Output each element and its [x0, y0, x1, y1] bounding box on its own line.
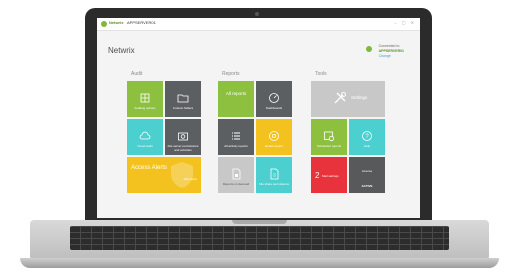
tile-label: Scheduled reports — [316, 144, 342, 148]
tile-label: Mail settings — [322, 174, 339, 178]
tile-label: Help — [363, 144, 371, 148]
tile-settings[interactable]: Settings — [311, 81, 385, 117]
camera-icon — [178, 132, 188, 141]
tools-icon — [334, 92, 346, 104]
tile-label: Dashboards — [265, 106, 283, 110]
tile-dashboards[interactable]: Dashboards — [256, 81, 292, 117]
connection-status-icon — [366, 46, 372, 52]
tile-reports-on-demand[interactable]: Reports on demand — [218, 157, 254, 193]
at-icon — [269, 131, 279, 141]
tile-file-activity[interactable]: File server permissions and activities — [165, 119, 201, 155]
tile-label: File share permissions — [258, 182, 289, 186]
tile-label: Cloud audit — [137, 144, 153, 148]
tile-label: Email reports — [265, 144, 283, 148]
tile-custom-folders[interactable]: Custom folders — [165, 81, 201, 117]
tile-label: Reports on demand — [222, 182, 250, 186]
tile-auditing-options[interactable]: Auditing options — [127, 81, 163, 117]
keyboard — [70, 226, 449, 250]
tile-mail-settings[interactable]: 2 Mail settings — [311, 157, 347, 193]
connection-info: Connected to APPSERVER01 Change — [379, 44, 404, 59]
tile-all-reports[interactable]: All reports — [218, 81, 254, 117]
tile-license[interactable]: License ACTIVE — [349, 157, 385, 193]
brand-name: Netwrix — [109, 20, 124, 25]
tile-cloud-audit[interactable]: Cloud audit — [127, 119, 163, 155]
tile-file-share-permissions[interactable]: File share permissions — [256, 157, 292, 193]
tile-label: All reports — [225, 91, 247, 96]
cloud-icon — [139, 131, 151, 140]
section-reports: Reports — [222, 71, 240, 77]
tile-all-activity-reports[interactable]: All activity reports — [218, 119, 254, 155]
section-audit: Audit — [131, 71, 143, 77]
camera-icon — [255, 12, 259, 16]
server-name: APPSERVER01 — [127, 20, 156, 25]
hinge-notch — [232, 220, 287, 224]
tile-label: Settings — [351, 95, 368, 100]
tile-label: Auditing options — [134, 106, 156, 110]
window-controls[interactable]: – ▢ ✕ — [394, 20, 416, 25]
laptop-front-edge — [20, 258, 499, 268]
page-title: Netwrix — [108, 46, 135, 55]
help-icon: ? — [362, 131, 372, 141]
shield-icon — [171, 162, 193, 188]
screen: Netwrix APPSERVER01 – ▢ ✕ Netwrix Connec… — [97, 18, 420, 218]
mail-number-icon: 2 — [315, 171, 320, 180]
svg-text:?: ? — [365, 134, 369, 140]
grid-icon — [140, 93, 150, 103]
calendar-clock-icon — [324, 131, 335, 142]
tile-label: License — [361, 169, 373, 173]
lock-document-icon — [232, 168, 241, 180]
document-icon — [270, 168, 279, 180]
tile-label: Custom folders — [172, 106, 194, 110]
tile-scheduled-reports[interactable]: Scheduled reports — [311, 119, 347, 155]
folder-icon — [177, 94, 189, 103]
logo-icon — [101, 21, 107, 27]
list-icon — [232, 132, 240, 140]
change-link[interactable]: Change — [379, 54, 404, 59]
tile-label: Access Alerts — [131, 165, 168, 171]
title-bar: Netwrix APPSERVER01 – ▢ ✕ — [97, 18, 420, 31]
tile-access-alerts[interactable]: Access Alerts Add alerts — [127, 157, 201, 193]
section-tools: Tools — [315, 71, 327, 77]
license-status: ACTIVE — [361, 184, 373, 188]
laptop-lid: Netwrix APPSERVER01 – ▢ ✕ Netwrix Connec… — [85, 8, 432, 228]
tile-label: File server permissions and activities — [167, 144, 199, 152]
gauge-icon — [269, 93, 279, 103]
tile-email-reports[interactable]: Email reports — [256, 119, 292, 155]
tile-label: All activity reports — [224, 144, 248, 148]
tile-help[interactable]: ? Help — [349, 119, 385, 155]
